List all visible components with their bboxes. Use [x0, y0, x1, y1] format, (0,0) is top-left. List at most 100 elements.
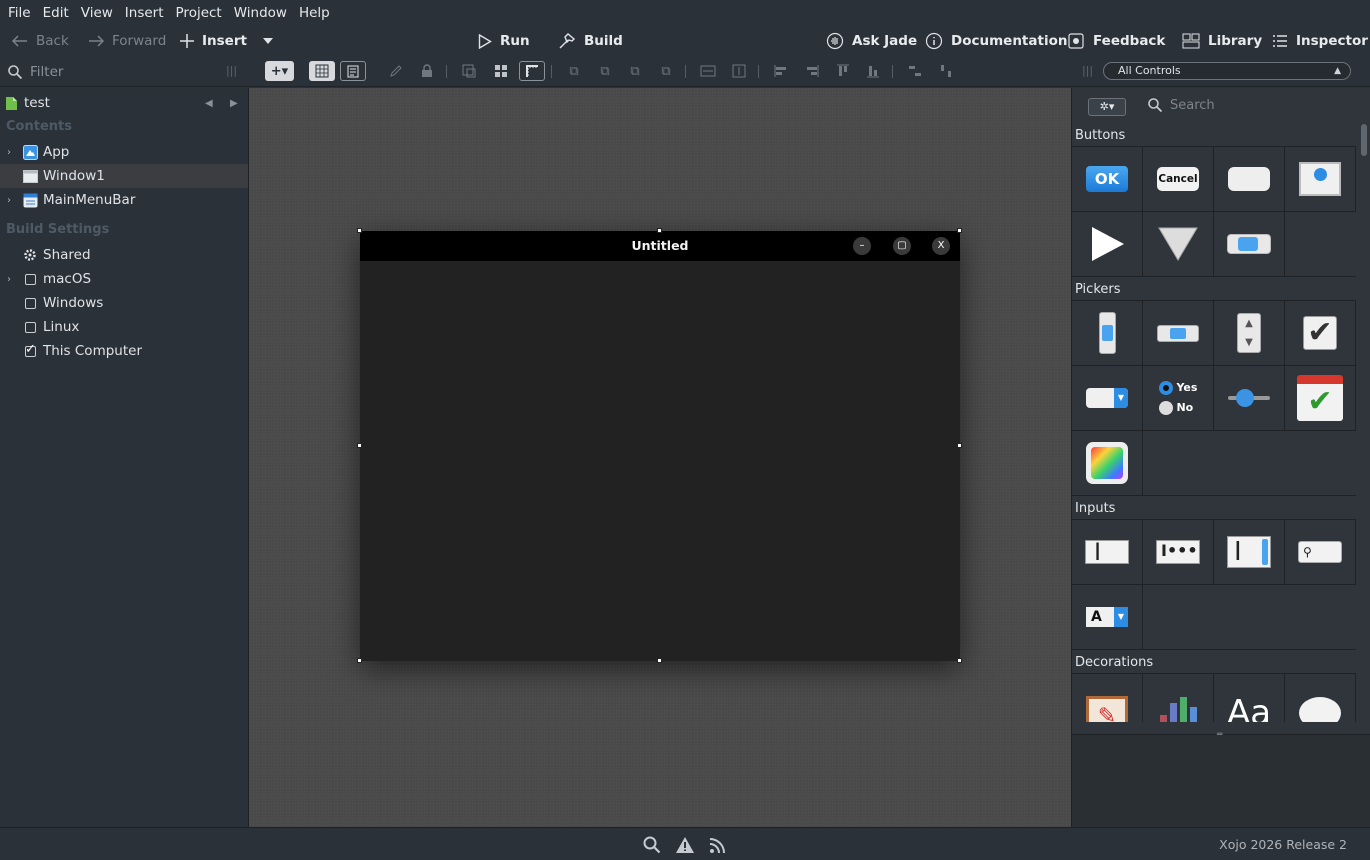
- resize-handle[interactable]: [357, 658, 362, 663]
- back-button[interactable]: Back: [12, 26, 69, 56]
- nav-forward-icon[interactable]: ▶: [230, 98, 238, 109]
- layout-editor-canvas[interactable]: Untitled – ▢ X: [249, 88, 1071, 827]
- library-item-radio-group[interactable]: Yes No: [1143, 366, 1214, 431]
- distribute-h-button[interactable]: [902, 61, 928, 81]
- menu-help[interactable]: Help: [293, 0, 336, 26]
- align-bottom-button[interactable]: [860, 61, 886, 81]
- code-view-button[interactable]: [340, 61, 366, 81]
- library-item-slider[interactable]: [1214, 366, 1285, 431]
- minimize-icon[interactable]: –: [853, 237, 871, 255]
- library-item-search-field[interactable]: ⚲: [1285, 520, 1356, 585]
- build-item-macos[interactable]: › macOS: [0, 267, 248, 291]
- library-item-bevel-button[interactable]: [1285, 147, 1356, 212]
- splitter-grip-icon[interactable]: ═: [1217, 730, 1222, 740]
- resize-handle[interactable]: [957, 443, 962, 448]
- library-item-cancel-button[interactable]: Cancel: [1143, 147, 1214, 212]
- inspector-button[interactable]: Inspector: [1272, 26, 1368, 56]
- menu-edit[interactable]: Edit: [37, 0, 75, 26]
- align-right-button[interactable]: [799, 61, 825, 81]
- checkbox-icon[interactable]: [25, 273, 36, 285]
- resize-handle[interactable]: [957, 228, 962, 233]
- resize-handle[interactable]: [357, 228, 362, 233]
- drag-grip-icon[interactable]: |||: [226, 64, 237, 77]
- library-button[interactable]: Library: [1182, 26, 1262, 56]
- library-options-button[interactable]: ✲▾: [1088, 98, 1126, 116]
- disclosure-icon[interactable]: ›: [7, 274, 11, 285]
- edit-mode-button[interactable]: [383, 61, 409, 81]
- library-item-combo-box[interactable]: A ▼: [1072, 585, 1143, 650]
- equal-width-button[interactable]: [695, 61, 721, 81]
- menu-project[interactable]: Project: [170, 0, 228, 26]
- nav-back-icon[interactable]: ◀: [205, 98, 213, 109]
- build-item-this-computer[interactable]: This Computer: [0, 339, 248, 363]
- library-search-field[interactable]: Search: [1148, 94, 1352, 116]
- warning-icon[interactable]: [675, 836, 695, 854]
- library-item-canvas[interactable]: ✎: [1072, 674, 1143, 722]
- project-row[interactable]: test ◀ ▶: [0, 91, 248, 115]
- arrange-button[interactable]: [488, 61, 514, 81]
- ruler-button[interactable]: [519, 61, 545, 81]
- checkbox-icon[interactable]: [25, 297, 36, 309]
- library-item-updown-arrows[interactable]: ▲ ▼: [1214, 301, 1285, 366]
- checkbox-icon[interactable]: [25, 321, 36, 333]
- feed-icon[interactable]: [709, 836, 727, 854]
- library-item-text-area[interactable]: I: [1214, 520, 1285, 585]
- disclosure-icon[interactable]: ›: [7, 195, 11, 206]
- build-item-shared[interactable]: Shared: [0, 243, 248, 267]
- search-icon[interactable]: [643, 836, 661, 854]
- resize-handle[interactable]: [957, 658, 962, 663]
- bring-forward-button[interactable]: ⧉: [592, 61, 618, 81]
- run-button[interactable]: Run: [478, 26, 530, 56]
- controls-filter-select[interactable]: All Controls ▲: [1103, 62, 1351, 80]
- nav-item-app[interactable]: › App: [0, 140, 248, 164]
- window-titlebar[interactable]: Untitled – ▢ X: [360, 231, 960, 261]
- maximize-icon[interactable]: ▢: [893, 237, 911, 255]
- documentation-button[interactable]: Documentation: [925, 26, 1067, 56]
- resize-handle[interactable]: [657, 658, 662, 663]
- forward-button[interactable]: Forward: [88, 26, 166, 56]
- disclosure-icon[interactable]: ›: [7, 147, 11, 158]
- align-left-button[interactable]: [768, 61, 794, 81]
- library-item-date-picker[interactable]: ✔: [1285, 366, 1356, 431]
- library-item-popup-arrow[interactable]: [1143, 212, 1214, 277]
- library-item-vertical-scroll[interactable]: [1072, 301, 1143, 366]
- library-item-chart[interactable]: [1143, 674, 1214, 722]
- library-item-popup-menu[interactable]: ▼: [1072, 366, 1143, 431]
- ask-jade-button[interactable]: Ask Jade: [826, 26, 917, 56]
- nav-item-window1[interactable]: Window1: [0, 164, 248, 188]
- library-item-horizontal-scroll[interactable]: [1143, 301, 1214, 366]
- distribute-v-button[interactable]: [933, 61, 959, 81]
- library-item-generic-button[interactable]: [1214, 147, 1285, 212]
- bring-front-button[interactable]: ⧉: [561, 61, 587, 81]
- send-backward-button[interactable]: ⧉: [622, 61, 648, 81]
- library-item-label[interactable]: Aa: [1214, 674, 1285, 722]
- nav-item-mainmenubar[interactable]: › MainMenuBar: [0, 188, 248, 212]
- filter-field[interactable]: Filter |||: [0, 56, 248, 87]
- menu-file[interactable]: File: [2, 0, 37, 26]
- caret-down-icon[interactable]: [262, 38, 273, 44]
- build-item-linux[interactable]: Linux: [0, 315, 248, 339]
- window-preview[interactable]: Untitled – ▢ X: [360, 231, 960, 661]
- layout-view-button[interactable]: [309, 61, 335, 81]
- container-button[interactable]: [456, 61, 482, 81]
- library-item-segmented[interactable]: [1214, 212, 1285, 277]
- menu-window[interactable]: Window: [228, 0, 293, 26]
- scrollbar-thumb[interactable]: [1361, 124, 1367, 156]
- drag-grip-icon[interactable]: |||: [1082, 64, 1093, 77]
- menu-insert[interactable]: Insert: [119, 0, 170, 26]
- library-item-ok-button[interactable]: OK: [1072, 147, 1143, 212]
- add-control-button[interactable]: +▾: [265, 61, 294, 81]
- close-icon[interactable]: X: [932, 237, 950, 255]
- checkbox-checked-icon[interactable]: [25, 342, 36, 357]
- library-item-disclosure[interactable]: [1072, 212, 1143, 277]
- library-item-checkbox[interactable]: ✔: [1285, 301, 1356, 366]
- resize-handle[interactable]: [357, 443, 362, 448]
- feedback-button[interactable]: Feedback: [1067, 26, 1165, 56]
- insert-button[interactable]: Insert: [180, 26, 273, 56]
- library-item-oval[interactable]: [1285, 674, 1356, 722]
- send-back-button[interactable]: ⧉: [653, 61, 679, 81]
- build-button[interactable]: Build: [558, 26, 623, 56]
- resize-handle[interactable]: [657, 228, 662, 233]
- lock-button[interactable]: [414, 61, 440, 81]
- library-scrollbar[interactable]: [1359, 124, 1369, 724]
